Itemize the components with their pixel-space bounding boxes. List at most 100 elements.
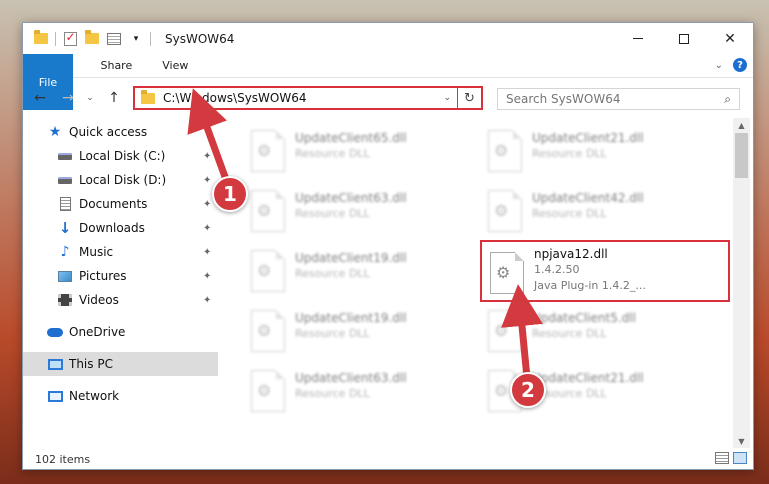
file-name: npjava12.dll bbox=[534, 247, 608, 261]
sidebar-item-local-disk-c[interactable]: Local Disk (C:) ✦ bbox=[23, 144, 218, 168]
sidebar-item-network[interactable]: Network bbox=[23, 384, 218, 408]
list-item[interactable]: UpdateClient63.dll Resource DLL bbox=[243, 184, 473, 240]
view-toggle bbox=[711, 452, 747, 464]
divider bbox=[150, 31, 151, 46]
list-item[interactable]: UpdateClient5.dll Resource DLL bbox=[480, 304, 710, 360]
ribbon-tabs: File Home Share View ⌄ ? bbox=[23, 54, 753, 110]
scrollbar-thumb[interactable] bbox=[735, 133, 748, 178]
list-item[interactable]: UpdateClient65.dll Resource DLL bbox=[243, 124, 473, 180]
network-icon bbox=[47, 388, 63, 404]
file-description: Resource DLL bbox=[295, 387, 370, 400]
file-name: UpdateClient65.dll bbox=[295, 131, 407, 145]
sidebar-item-onedrive[interactable]: OneDrive bbox=[23, 320, 218, 344]
list-item[interactable]: UpdateClient63.dll Resource DLL bbox=[243, 364, 473, 420]
sidebar-item-videos[interactable]: Videos ✦ bbox=[23, 288, 218, 312]
pin-icon[interactable]: ✦ bbox=[203, 247, 211, 258]
file-description: Resource DLL bbox=[295, 327, 370, 340]
recent-locations-button[interactable]: ⌄ bbox=[83, 87, 97, 109]
sidebar-item-label: Local Disk (D:) bbox=[79, 173, 167, 187]
dll-file-icon bbox=[251, 190, 285, 232]
pin-icon[interactable]: ✦ bbox=[203, 223, 211, 234]
scroll-up-icon[interactable]: ▲ bbox=[733, 118, 750, 132]
sidebar-item-music[interactable]: ♪ Music ✦ bbox=[23, 240, 218, 264]
navigation-bar: ← → ⌄ ↑ C:\Windows\SysWOW64 ⌄ ↻ ⌕ bbox=[23, 78, 753, 118]
back-button[interactable]: ← bbox=[29, 87, 51, 109]
title-bar: ▾ SysWOW64 ✕ bbox=[23, 23, 753, 54]
minimize-button[interactable] bbox=[615, 23, 661, 54]
videos-icon bbox=[57, 292, 73, 308]
document-icon bbox=[57, 196, 73, 212]
pin-icon[interactable]: ✦ bbox=[203, 151, 211, 162]
file-name: UpdateClient5.dll bbox=[532, 311, 636, 325]
file-name: UpdateClient21.dll bbox=[532, 371, 644, 385]
dll-file-icon bbox=[251, 310, 285, 352]
scroll-down-icon[interactable]: ▼ bbox=[733, 434, 750, 448]
pin-icon[interactable]: ✦ bbox=[203, 175, 211, 186]
list-item[interactable]: UpdateClient21.dll Resource DLL bbox=[480, 124, 710, 180]
address-dropdown-icon[interactable]: ⌄ bbox=[443, 93, 451, 103]
list-item[interactable]: UpdateClient19.dll Resource DLL bbox=[243, 304, 473, 360]
new-folder-icon[interactable] bbox=[84, 30, 100, 47]
cloud-icon bbox=[47, 324, 63, 340]
file-description: Resource DLL bbox=[295, 207, 370, 220]
forward-button[interactable]: → bbox=[57, 87, 79, 109]
properties-check-icon[interactable] bbox=[62, 30, 78, 47]
navigation-pane: ★ Quick access Local Disk (C:) ✦ Local D… bbox=[23, 118, 218, 438]
dll-file-icon bbox=[251, 370, 285, 412]
dll-file-icon bbox=[490, 252, 524, 294]
window-controls: ✕ bbox=[615, 23, 753, 54]
sidebar-item-documents[interactable]: Documents ✦ bbox=[23, 192, 218, 216]
vertical-scrollbar[interactable]: ▲ ▼ bbox=[733, 118, 750, 448]
address-bar[interactable]: C:\Windows\SysWOW64 ⌄ ↻ bbox=[133, 86, 483, 110]
sidebar-item-label: Videos bbox=[79, 293, 119, 307]
star-icon: ★ bbox=[48, 124, 62, 140]
sidebar-item-local-disk-d[interactable]: Local Disk (D:) ✦ bbox=[23, 168, 218, 192]
pictures-icon bbox=[57, 268, 73, 284]
sidebar-item-label: Documents bbox=[79, 197, 148, 211]
sidebar-item-quick-access[interactable]: ★ Quick access bbox=[23, 120, 218, 144]
maximize-button[interactable] bbox=[661, 23, 707, 54]
pin-icon[interactable]: ✦ bbox=[203, 295, 211, 306]
music-icon: ♪ bbox=[60, 244, 70, 260]
expand-ribbon-icon[interactable]: ⌄ bbox=[715, 60, 723, 71]
search-icon[interactable]: ⌕ bbox=[724, 92, 731, 107]
sidebar-item-label: Downloads bbox=[79, 221, 145, 235]
divider bbox=[55, 31, 56, 46]
explorer-window: ▾ SysWOW64 ✕ File Home Share View ⌄ ? ← … bbox=[22, 22, 754, 470]
sidebar-item-downloads[interactable]: ↓ Downloads ✦ bbox=[23, 216, 218, 240]
file-list: UpdateClient65.dll Resource DLL UpdateCli… bbox=[218, 118, 733, 448]
sidebar-item-label: OneDrive bbox=[69, 325, 126, 339]
search-box[interactable]: ⌕ bbox=[497, 88, 740, 110]
pin-icon[interactable]: ✦ bbox=[203, 271, 211, 282]
refresh-button[interactable]: ↻ bbox=[457, 88, 481, 108]
tiles-view-icon[interactable] bbox=[733, 452, 747, 464]
folder-icon bbox=[33, 30, 49, 47]
dll-file-icon bbox=[251, 250, 285, 292]
sidebar-item-pictures[interactable]: Pictures ✦ bbox=[23, 264, 218, 288]
list-item[interactable]: UpdateClient42.dll Resource DLL bbox=[480, 184, 710, 240]
sidebar-item-this-pc[interactable]: This PC bbox=[23, 352, 218, 376]
tab-view[interactable]: View bbox=[147, 54, 203, 77]
up-button[interactable]: ↑ bbox=[103, 87, 125, 109]
help-icon[interactable]: ? bbox=[733, 58, 747, 72]
list-item-npjava12[interactable]: npjava12.dll 1.4.2.50 Java Plug-in 1.4.2… bbox=[480, 240, 730, 302]
sidebar-item-label: Quick access bbox=[69, 125, 148, 139]
pin-icon[interactable]: ✦ bbox=[203, 199, 211, 210]
computer-icon bbox=[47, 356, 63, 372]
sidebar-item-label: Network bbox=[69, 389, 120, 403]
file-name: UpdateClient19.dll bbox=[295, 251, 407, 265]
view-properties-icon[interactable] bbox=[106, 31, 122, 47]
drive-icon bbox=[57, 148, 73, 164]
tab-share[interactable]: Share bbox=[85, 54, 147, 77]
customize-toolbar-icon[interactable]: ▾ bbox=[128, 31, 144, 47]
dll-file-icon bbox=[488, 130, 522, 172]
file-description: Resource DLL bbox=[532, 327, 607, 340]
list-item[interactable]: UpdateClient19.dll Resource DLL bbox=[243, 244, 473, 300]
close-button[interactable]: ✕ bbox=[707, 23, 753, 54]
step-2-badge: 2 bbox=[510, 372, 546, 408]
details-view-icon[interactable] bbox=[715, 452, 729, 464]
minimize-icon bbox=[633, 38, 643, 39]
maximize-icon bbox=[679, 33, 689, 44]
address-path[interactable]: C:\Windows\SysWOW64 bbox=[163, 91, 307, 105]
search-input[interactable] bbox=[506, 92, 706, 106]
